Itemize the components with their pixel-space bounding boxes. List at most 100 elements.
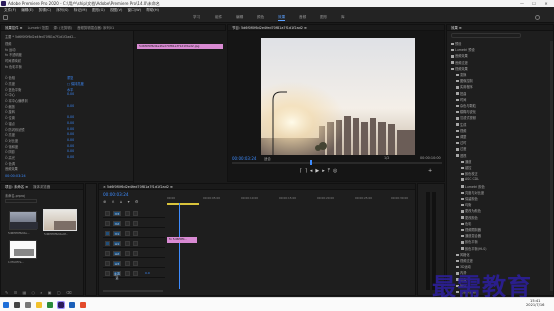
tab-program[interactable]: 节目: 5d6f0f0f6d2e4fed70f81a7f1d1f2ad2 ≡ — [232, 26, 307, 30]
effects-tree-item[interactable]: 生成 — [456, 122, 466, 127]
track-target-button[interactable] — [105, 241, 110, 246]
ec-row-label[interactable]: 视频 — [5, 41, 11, 46]
wechat-icon[interactable] — [47, 302, 53, 308]
ec-row-value[interactable]: 0.00 — [67, 144, 74, 148]
track-label[interactable]: V3 — [113, 211, 121, 216]
track-lock-button[interactable] — [125, 271, 130, 276]
effects-tree-item[interactable]: 通道 — [461, 159, 471, 164]
workspace-graphics[interactable]: 图形 — [320, 15, 327, 20]
ec-row-label[interactable]: Ö 阴影 — [5, 149, 15, 154]
ec-row-label[interactable]: Ö 中心 — [5, 92, 15, 97]
master-volume-value[interactable]: 0.0 — [145, 271, 150, 275]
tab-timeline[interactable]: × 5d6f0f0f6d2e4fed70f81a7f1d1f2ad2 ≡ — [103, 185, 173, 189]
ec-row-label[interactable]: Ö 旋转 — [5, 109, 15, 114]
ec-row-value[interactable]: 0.00 — [67, 138, 74, 142]
tab-lumetri-scopes[interactable]: Lumetri 范围 — [28, 26, 49, 30]
export-frame-icon[interactable]: ◎ — [333, 168, 340, 174]
effects-tree-item[interactable]: 颜色平衡(HLS) — [461, 246, 486, 251]
track-label[interactable]: A1 — [113, 241, 121, 246]
track-label[interactable]: V1 — [113, 231, 121, 236]
track-lock-button[interactable] — [125, 231, 130, 236]
workspace-learn[interactable]: 学习 — [193, 15, 200, 20]
timeline-scrollbar[interactable] — [103, 290, 163, 292]
add-button-icon[interactable]: + — [428, 168, 432, 174]
track-visibility-button[interactable] — [133, 211, 138, 216]
track-visibility-button[interactable] — [133, 261, 138, 266]
ec-row-value[interactable]: 0.00 — [67, 121, 74, 125]
effects-tree-item[interactable]: 风格化 — [456, 252, 470, 257]
effects-tree-item[interactable]: 更改为颜色 — [461, 208, 481, 213]
ec-row-value[interactable]: 重复 — [67, 75, 73, 80]
track-visibility-button[interactable] — [133, 241, 138, 246]
ec-row-label[interactable]: Ö 防闪烁滤镜 — [5, 127, 24, 132]
track-target-button[interactable] — [105, 221, 110, 226]
effects-tree-item[interactable]: ASC CDL — [461, 177, 479, 181]
project-search-input[interactable] — [5, 199, 37, 203]
track-target-button[interactable] — [105, 211, 110, 216]
effects-tree-item[interactable]: 过时 — [456, 140, 466, 145]
menu-marker[interactable]: 标记(M) — [74, 8, 87, 12]
track-label[interactable]: 主声道 — [113, 271, 121, 280]
timeline-timecode[interactable]: 00:00:03:24 — [103, 192, 129, 197]
ec-row-value[interactable]: 0.00 — [67, 132, 74, 136]
effects-tree-item[interactable]: 视频限制器 — [461, 227, 481, 232]
track-visibility-button[interactable] — [133, 251, 138, 256]
effects-scrollbar[interactable] — [550, 41, 553, 291]
ec-row-value[interactable]: 0.00 — [67, 92, 74, 96]
ec-row-label[interactable]: Ö 蓝色平衡 — [5, 87, 21, 92]
effects-tree-item[interactable]: 实用程序 — [456, 84, 473, 89]
effects-tree-item[interactable]: 亮度与对比度 — [461, 190, 484, 195]
ec-row-value[interactable]: 0.00 — [67, 104, 74, 108]
ec-row-label[interactable]: Ö 锚点 — [5, 121, 15, 126]
tab-effect-controls[interactable]: 效果控件 ≡ — [5, 26, 22, 30]
search-taskbar-icon[interactable] — [14, 302, 20, 308]
effects-tree-item[interactable]: 杂色与颗粒 — [456, 103, 476, 108]
track-label[interactable]: A3 — [113, 261, 121, 266]
ec-row-label[interactable]: Ö 亮度 — [5, 132, 15, 137]
ec-row-value[interactable]: 0.00 — [67, 149, 74, 153]
track-label[interactable]: A2 — [113, 251, 121, 256]
clock[interactable]: 15:41 2021/7/16 — [526, 299, 544, 307]
close-button[interactable]: ✕ — [540, 0, 552, 7]
effects-tree-item[interactable]: 变换 — [456, 72, 466, 77]
timeline-ruler[interactable]: 00:00 00:00:05:00 00:00:10:00 00:00:15:0… — [167, 196, 413, 202]
explorer-icon[interactable] — [36, 302, 42, 308]
track-label[interactable]: V2 — [113, 221, 121, 226]
maximize-button[interactable]: ☐ — [528, 0, 540, 7]
effects-tree-item[interactable]: 均衡 — [461, 202, 471, 207]
ec-row-label[interactable]: fx 不透明度 — [5, 52, 22, 57]
ec-row-value[interactable]: 0.00 — [67, 115, 74, 119]
ec-timecode[interactable]: 00:00:03:24 — [5, 174, 26, 178]
effects-tree-item[interactable]: 更改颜色 — [461, 215, 478, 220]
ec-row-value[interactable]: 0.00 — [67, 127, 74, 131]
workspace-assembly[interactable]: 组件 — [215, 15, 222, 20]
workspace-effects[interactable]: 效果 — [278, 15, 286, 21]
program-timecode[interactable]: 00:00:03:24 — [232, 156, 256, 161]
project-item-thumbnail[interactable] — [43, 209, 77, 231]
fit-dropdown[interactable]: 适合 — [264, 156, 271, 161]
effects-tree-item[interactable]: 扭曲 — [456, 91, 466, 96]
ec-row-label[interactable]: fx 色彩平衡 — [5, 64, 22, 69]
effects-tree-item[interactable]: 音频过渡 — [451, 60, 468, 65]
project-item-thumbnail[interactable] — [9, 211, 38, 230]
workspace-editing[interactable]: 编辑 — [236, 15, 243, 20]
menu-graphics[interactable]: 图形(G) — [92, 8, 105, 12]
tab-effects[interactable]: 效果 ≡ — [451, 26, 462, 30]
effects-tree-item[interactable]: 视频 — [456, 128, 466, 133]
effects-tree-item[interactable]: 沉浸式视频 — [456, 115, 476, 120]
effects-tree-item[interactable]: 模糊与锐化 — [456, 109, 476, 114]
effects-tree-item[interactable]: 过渡 — [456, 146, 466, 151]
project-footer-icons[interactable]: ✎ ☰ ▦ ○ ⌕ ▣ ▢ ⌫ — [5, 290, 74, 295]
track-visibility-button[interactable] — [133, 221, 138, 226]
resolution-dropdown[interactable]: 1/2 — [384, 156, 389, 160]
premiere-taskbar-icon[interactable] — [57, 301, 65, 309]
effects-tree-item[interactable]: Lumetri 颜色 — [461, 184, 485, 189]
track-lock-button[interactable] — [125, 251, 130, 256]
workspace-libraries[interactable]: 库 — [341, 15, 345, 20]
ec-row-label[interactable]: Ö 将中心偏移到 — [5, 98, 28, 103]
tab-source[interactable]: 源: (无剪辑) — [54, 26, 72, 30]
effects-tree-item[interactable]: Lumetri 预设 — [451, 47, 475, 52]
effects-tree-item[interactable]: 键控 — [461, 165, 471, 170]
workspace-audio[interactable]: 音频 — [299, 15, 306, 20]
menu-sequence[interactable]: 序列(S) — [56, 8, 68, 12]
